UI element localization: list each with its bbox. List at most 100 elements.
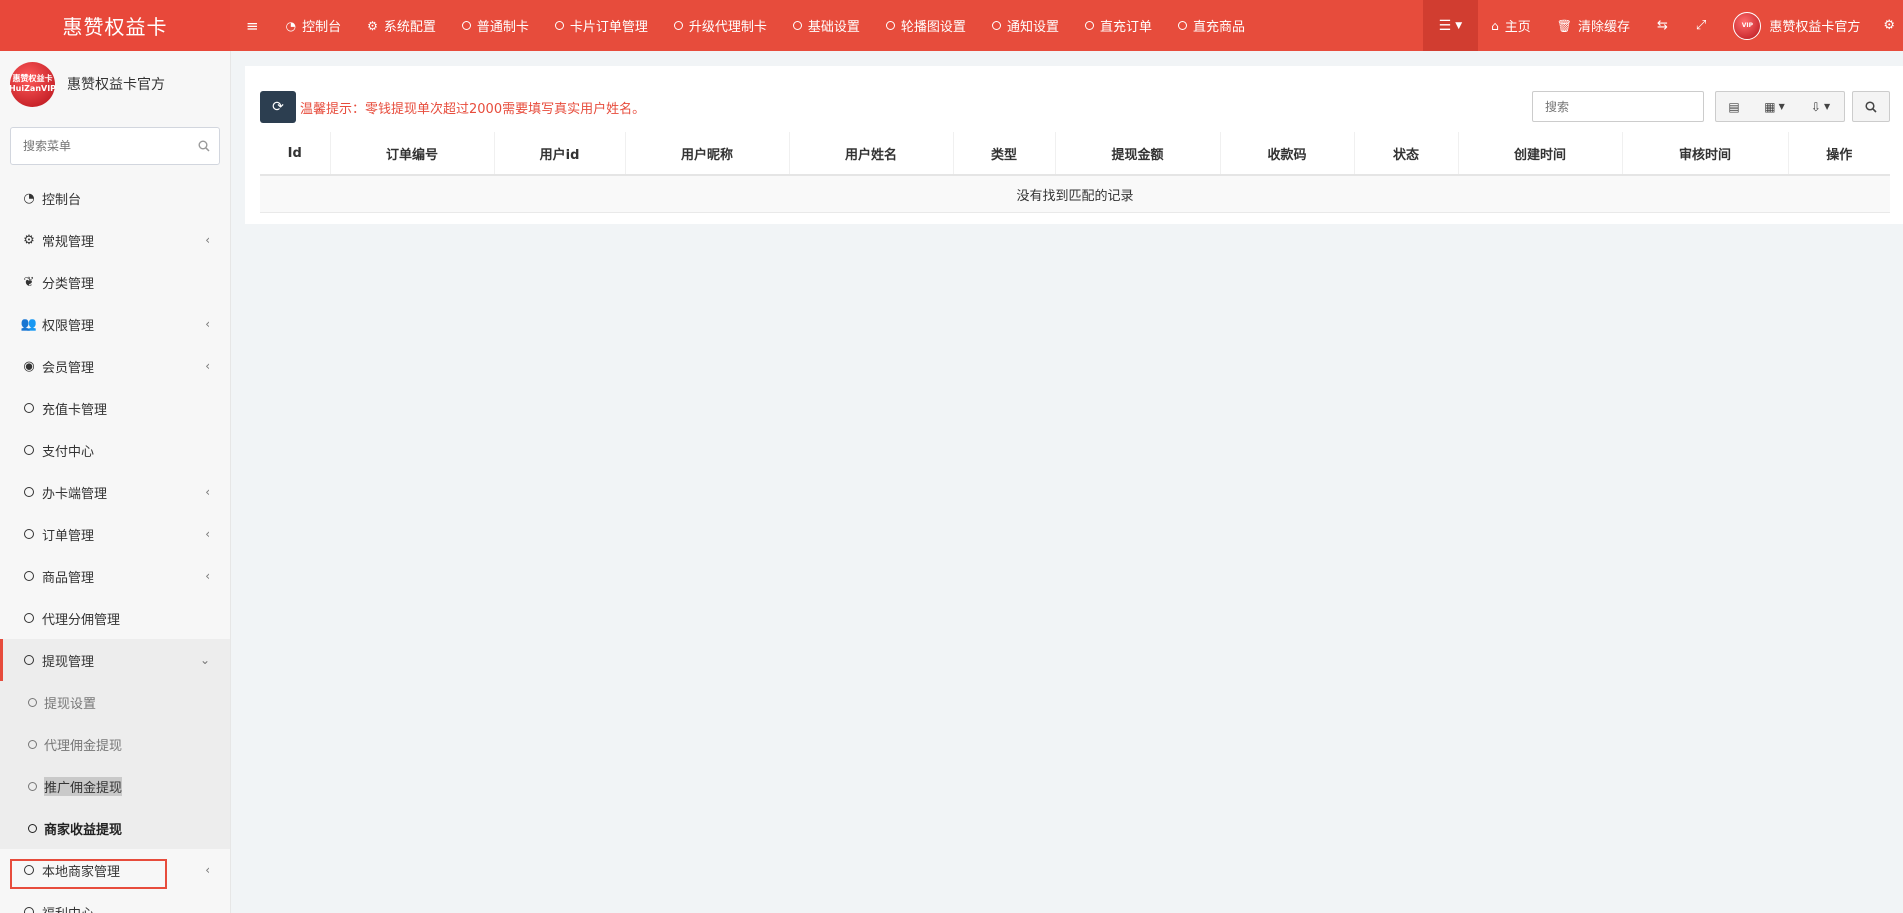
home-icon: ⌂ [1491,18,1499,33]
column-header-user-id[interactable]: 用户id [494,132,626,176]
topnav-direct-orders[interactable]: 直充订单 [1072,0,1165,51]
top-nav-left: ≡ ◔ 控制台 ⚙ 系统配置 普通制卡 卡片订单管理 升级代理制卡 基础设置 轮… [230,0,1258,51]
column-header-type[interactable]: 类型 [953,132,1056,176]
top-nav-right: ☰ ▼ ⌂ 主页 🗑 清除缓存 ⇆ ⤢ VIP 惠赞权益卡官方 ⚙ [1422,0,1903,51]
list-view-icon: ▤ [1728,99,1740,114]
circle-icon [1177,21,1187,30]
topnav-normal-card[interactable]: 普通制卡 [449,0,542,51]
topnav-dashboard[interactable]: ◔ 控制台 [273,0,355,51]
sidebar-item-payment[interactable]: 支付中心 [0,429,230,471]
sidebar-item-auth[interactable]: 👥 权限管理 ‹ [0,303,230,345]
sidebar-subitem-agent-commission-withdraw[interactable]: 代理佣金提现 [0,723,230,765]
brand-logo[interactable]: 惠赞权益卡 [0,0,230,51]
topnav-card-orders[interactable]: 卡片订单管理 [542,0,661,51]
empty-table-message: 没有找到匹配的记录 [260,175,1890,213]
user-circle-icon: ◉ [23,358,35,374]
column-header-amount[interactable]: 提现金额 [1055,132,1221,176]
fullscreen-button[interactable]: ⤢ [1682,0,1720,51]
dashboard-icon: ◔ [23,190,35,206]
topnav-notice-settings[interactable]: 通知设置 [979,0,1072,51]
refresh-button[interactable]: ⟳ [260,91,296,123]
trash-icon: 🗑 [1556,18,1572,33]
table-row: 没有找到匹配的记录 [260,175,1890,213]
column-header-qr-code[interactable]: 收款码 [1220,132,1355,176]
chevron-left-icon: ‹ [205,569,210,583]
caret-down-icon: ▼ [1823,102,1831,111]
gears-icon: ⚙ [23,232,35,248]
caret-down-icon: ▼ [1455,20,1463,31]
export-button[interactable]: ⇩ ▼ [1797,91,1845,122]
column-header-nickname[interactable]: 用户昵称 [625,132,790,176]
sidebar-subitem-merchant-earnings-withdraw[interactable]: 商家收益提现 [0,807,230,849]
nav-list-dropdown[interactable]: ☰ ▼ [1422,0,1479,51]
column-header-reviewed-at[interactable]: 审核时间 [1622,132,1789,176]
chevron-left-icon: ‹ [205,485,210,499]
column-header-id[interactable]: Id [260,132,331,176]
topnav-basic-settings[interactable]: 基础设置 [780,0,873,51]
table-search-input[interactable] [1533,92,1703,121]
avatar: 惠赞权益卡 HuiZanVIP [8,61,57,107]
sidebar-item-category[interactable]: ❦ 分类管理 [0,261,230,303]
circle-icon [22,865,36,875]
search-icon[interactable] [189,140,219,152]
topnav-upgrade-agent-card[interactable]: 升级代理制卡 [661,0,780,51]
advanced-search-button[interactable] [1852,91,1890,122]
content-panel: ⟳ 温馨提示：零钱提现单次超过2000需要填写真实用户姓名。 ▤ ▦ ▼ ⇩ ▼… [245,66,1903,224]
sidebar-item-agent-commission[interactable]: 代理分佣管理 [0,597,230,639]
sidebar-item-dashboard[interactable]: ◔ 控制台 [0,177,230,219]
circle-icon [461,21,471,30]
circle-icon [22,613,36,623]
circle-icon [22,655,36,665]
column-header-status[interactable]: 状态 [1354,132,1459,176]
top-navbar: 惠赞权益卡 ≡ ◔ 控制台 ⚙ 系统配置 普通制卡 卡片订单管理 升级代理制卡 … [0,0,1903,51]
gear-icon: ⚙ [367,18,378,33]
column-header-created-at[interactable]: 创建时间 [1458,132,1623,176]
sidebar-toggle-button[interactable]: ≡ [230,0,273,51]
toggle-view-button[interactable]: ▤ [1715,91,1753,122]
home-link[interactable]: ⌂ 主页 [1478,0,1544,51]
sidebar-item-local-merchants[interactable]: 本地商家管理 ‹ [0,849,230,891]
language-button[interactable]: ⇆ [1643,0,1682,51]
circle-icon [673,21,683,30]
dashboard-icon: ◔ [285,18,297,33]
circle-icon [26,781,38,791]
chevron-left-icon: ‹ [205,863,210,877]
topnav-direct-products[interactable]: 直充商品 [1165,0,1258,51]
sidebar-item-card-client[interactable]: 办卡端管理 ‹ [0,471,230,513]
avatar: VIP [1733,11,1762,40]
clear-cache-button[interactable]: 🗑 清除缓存 [1544,0,1643,51]
settings-button[interactable]: ⚙ [1873,0,1903,51]
export-icon: ⇩ [1810,99,1821,114]
topnav-system-config[interactable]: ⚙ 系统配置 [354,0,449,51]
sidebar-item-welfare[interactable]: 福利中心 [0,891,230,913]
circle-icon [26,697,38,707]
sidebar-item-orders[interactable]: 订单管理 ‹ [0,513,230,555]
circle-icon [22,403,36,413]
chevron-left-icon: ‹ [205,317,210,331]
sidebar-subitem-promo-commission-withdraw[interactable]: 推广佣金提现 [0,765,230,807]
sidebar-item-recharge-card[interactable]: 充值卡管理 [0,387,230,429]
topnav-carousel-settings[interactable]: 轮播图设置 [873,0,979,51]
gears-icon: ⚙ [1883,18,1895,33]
sidebar-subitem-withdraw-settings[interactable]: 提现设置 [0,681,230,723]
user-menu[interactable]: VIP 惠赞权益卡官方 [1720,0,1873,51]
menu-search-input[interactable] [11,138,189,154]
refresh-icon: ⟳ [272,99,284,115]
chevron-left-icon: ‹ [205,233,210,247]
circle-icon [792,21,802,30]
chevron-down-icon: ⌄ [199,653,210,667]
circle-icon [1084,21,1094,30]
sidebar-item-general[interactable]: ⚙ 常规管理 ‹ [0,219,230,261]
columns-button[interactable]: ▦ ▼ [1752,91,1798,122]
search-icon [1865,100,1877,113]
circle-icon [22,571,36,581]
column-header-real-name[interactable]: 用户姓名 [789,132,954,176]
circle-icon [22,907,36,913]
circle-icon [26,823,38,833]
column-header-order-no[interactable]: 订单编号 [330,132,495,176]
sidebar-item-withdraw[interactable]: 提现管理 ⌄ [0,639,230,681]
sidebar-item-products[interactable]: 商品管理 ‹ [0,555,230,597]
sidebar-item-members[interactable]: ◉ 会员管理 ‹ [0,345,230,387]
circle-icon [22,487,36,497]
avatar-text: 惠赞权益卡 HuiZanVIP [8,74,57,93]
